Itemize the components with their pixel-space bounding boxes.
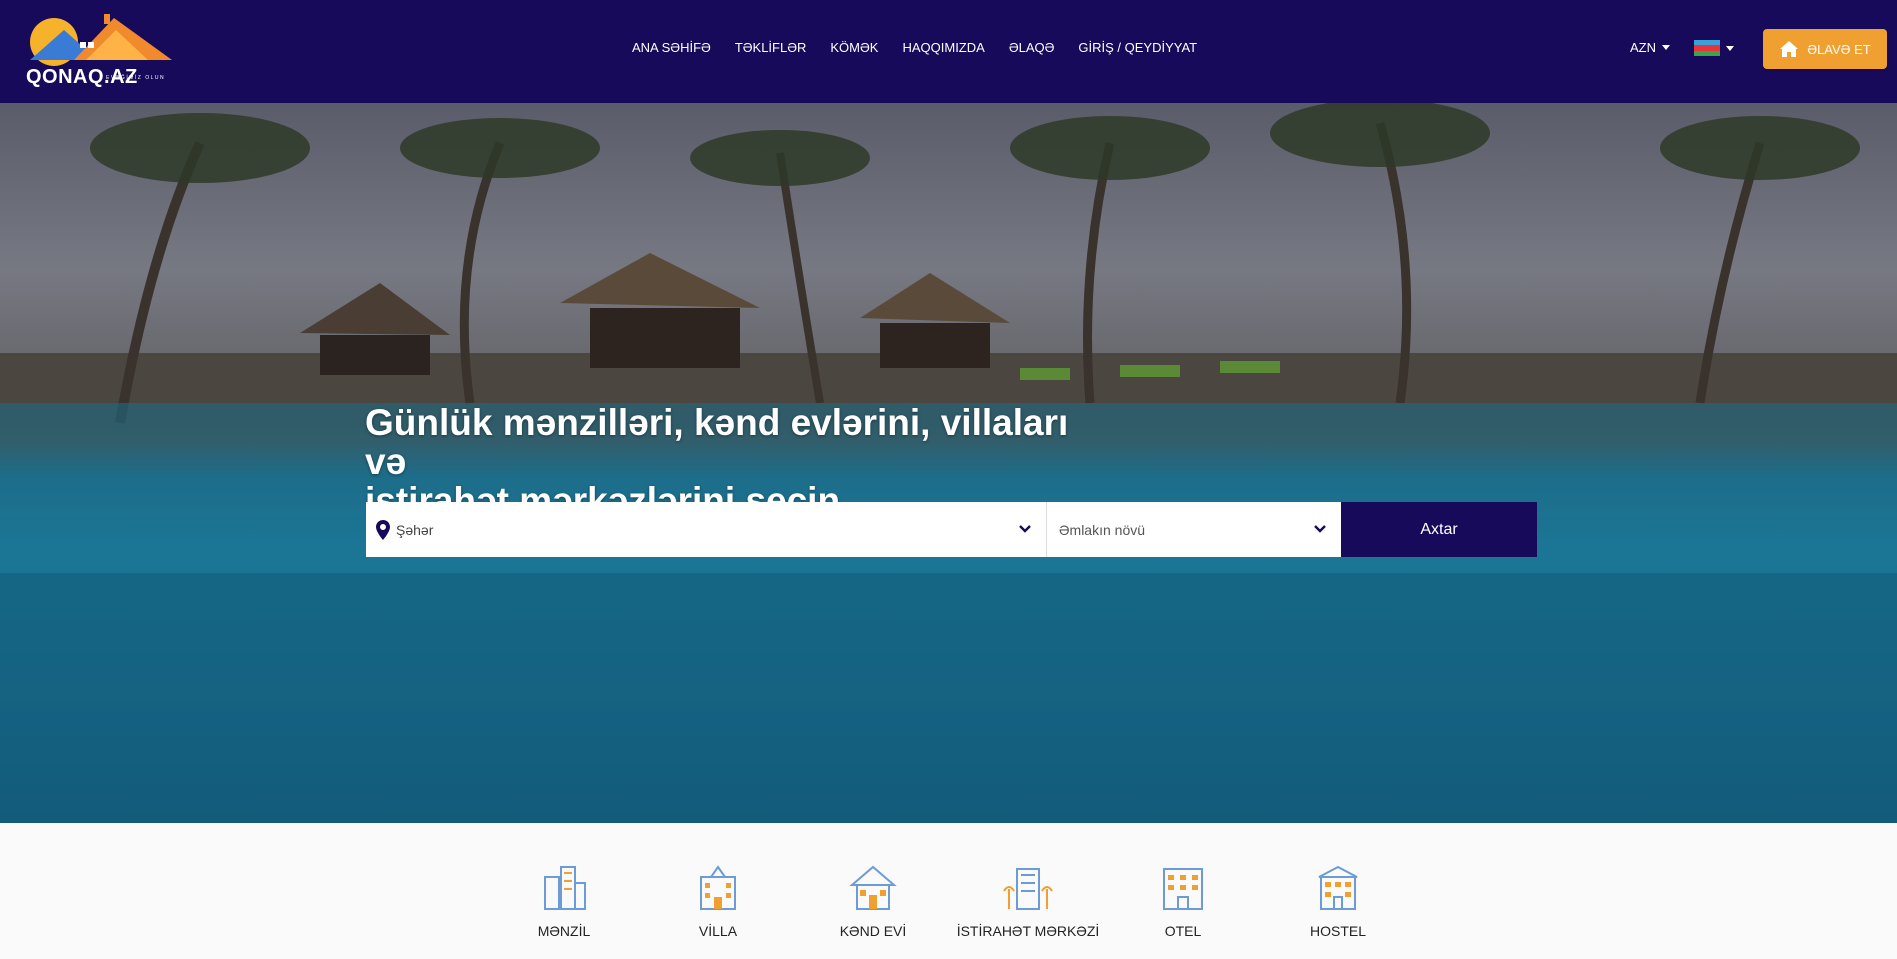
hero-title-line1: Günlük mənzilləri, kənd evlərini, villal…	[365, 402, 1069, 482]
city-select[interactable]: Şəhər	[366, 502, 1047, 557]
hero-banner: Günlük mənzilləri, kənd evlərini, villal…	[0, 103, 1897, 823]
category-apartment[interactable]: MƏNZİL	[489, 863, 639, 939]
apartment-icon	[544, 866, 586, 910]
category-hostel[interactable]: HOSTEL	[1263, 863, 1413, 939]
category-bar: MƏNZİL VİLLA KƏND EVİ İSTİRAHƏT MƏRKƏZİ …	[0, 823, 1897, 959]
category-label: HOSTEL	[1309, 923, 1366, 939]
currency-label: AZN	[1630, 40, 1656, 55]
nav-offers[interactable]: TƏKLİFLƏR	[735, 40, 807, 55]
hostel-icon	[1318, 865, 1358, 910]
search-button[interactable]: Axtar	[1341, 502, 1537, 557]
main-nav: ANA SƏHİFƏ TƏKLİFLƏR KÖMƏK HAQQIMIZDA ƏL…	[632, 40, 1221, 55]
chevron-down-icon	[1019, 525, 1031, 533]
category-hotel[interactable]: OTEL	[1108, 863, 1258, 939]
category-label: KƏND EVİ	[839, 923, 907, 939]
language-dropdown[interactable]	[1694, 40, 1734, 56]
city-placeholder: Şəhər	[396, 521, 434, 538]
search-bar: Şəhər Əmlakın növü Axtar	[366, 502, 1537, 557]
azerbaijan-flag-icon	[1694, 40, 1720, 56]
category-label: İSTİRAHƏT MƏRKƏZİ	[956, 923, 1100, 939]
category-village-house[interactable]: KƏND EVİ	[798, 863, 948, 939]
villa-icon	[700, 865, 736, 910]
caret-down-icon	[1662, 45, 1670, 50]
property-type-placeholder: Əmlakın növü	[1059, 521, 1146, 538]
category-label: VİLLA	[698, 923, 738, 939]
resort-icon	[1003, 868, 1053, 910]
logo-houses-icon	[30, 14, 172, 66]
nav-contact[interactable]: ƏLAQƏ	[1009, 40, 1055, 55]
nav-login-register[interactable]: GİRİŞ / QEYDİYYAT	[1078, 40, 1197, 55]
hotel-icon	[1163, 868, 1203, 910]
nav-about[interactable]: HAQQIMIZDA	[902, 40, 984, 55]
category-villa[interactable]: VİLLA	[643, 863, 793, 939]
category-label: OTEL	[1164, 923, 1202, 939]
add-listing-button[interactable]: ƏLAVƏ ET	[1763, 29, 1887, 69]
property-type-select[interactable]: Əmlakın növü	[1047, 502, 1341, 557]
home-icon	[1780, 41, 1799, 57]
village-house-icon	[849, 865, 897, 910]
location-pin-icon	[376, 519, 390, 540]
currency-dropdown[interactable]: AZN	[1630, 40, 1670, 55]
nav-help[interactable]: KÖMƏK	[830, 40, 878, 55]
chevron-down-icon	[1314, 525, 1326, 533]
add-listing-label: ƏLAVƏ ET	[1807, 41, 1871, 57]
category-label: MƏNZİL	[537, 923, 591, 939]
caret-down-icon	[1726, 45, 1734, 51]
brand-tagline: EVƏĞİMİZ OLUN	[106, 75, 166, 81]
site-header: QONAQ.AZ EVƏĞİMİZ OLUN ANA SƏHİFƏ TƏKLİF…	[0, 0, 1897, 103]
category-resort[interactable]: İSTİRAHƏT MƏRKƏZİ	[953, 863, 1103, 939]
nav-home[interactable]: ANA SƏHİFƏ	[632, 40, 711, 55]
